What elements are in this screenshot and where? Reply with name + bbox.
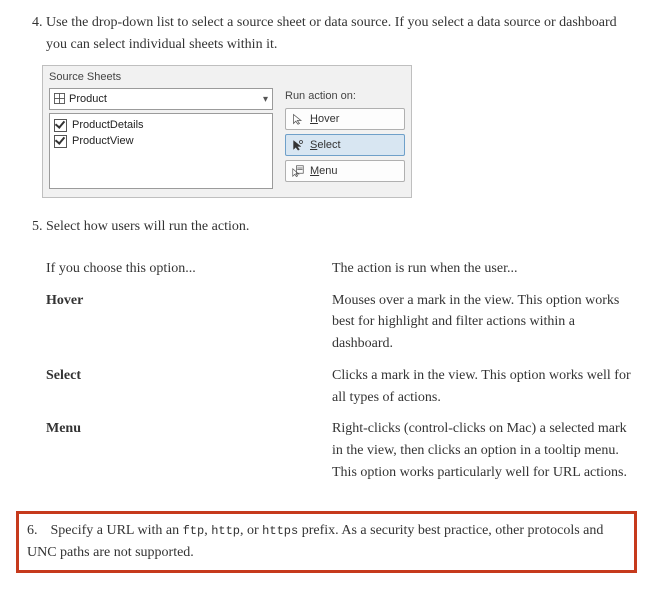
menu-button[interactable]: Menu	[285, 160, 405, 182]
list-item[interactable]: ProductView	[54, 133, 268, 149]
sheet-listbox[interactable]: ProductDetails ProductView	[49, 113, 273, 189]
dialog-right-col: Run action on: Hover Select	[279, 88, 411, 194]
highlight-box: 6. Specify a URL with an ftp, http, or h…	[16, 511, 637, 572]
list-item[interactable]: ProductDetails	[54, 117, 268, 133]
select-button[interactable]: Select	[285, 134, 405, 156]
step-4: Use the drop-down list to select a sourc…	[46, 12, 637, 198]
hover-button-label: Hover	[310, 111, 339, 128]
table-row: Select Clicks a mark in the view. This o…	[46, 365, 637, 408]
step-6-text: Specify a URL with an ftp, http, or http…	[27, 523, 603, 560]
dropdown-value: Product	[69, 91, 263, 108]
option-desc: Clicks a mark in the view. This option w…	[332, 365, 637, 408]
header-left: If you choose this option...	[46, 258, 332, 280]
menu-icon	[292, 163, 306, 180]
select-button-label: Select	[310, 137, 341, 154]
source-sheet-dropdown[interactable]: Product ▾	[49, 88, 273, 110]
chevron-down-icon: ▾	[263, 92, 268, 108]
header-right: The action is run when the user...	[332, 258, 637, 280]
step-5: Select how users will run the action. If…	[46, 216, 637, 493]
step-6: 6. Specify a URL with an ftp, http, or h…	[46, 511, 637, 572]
code-ftp: ftp	[183, 524, 205, 538]
menu-button-label: Menu	[310, 163, 338, 180]
option-label: Select	[46, 365, 332, 408]
option-desc: Right-clicks (control-clicks on Mac) a s…	[332, 418, 637, 483]
list-item-label: ProductView	[72, 133, 134, 150]
hover-button[interactable]: Hover	[285, 108, 405, 130]
list-item-label: ProductDetails	[72, 117, 144, 134]
table-row: Menu Right-clicks (control-clicks on Mac…	[46, 418, 637, 483]
step-4-text: Use the drop-down list to select a sourc…	[46, 12, 637, 55]
table-header-row: If you choose this option... The action …	[46, 258, 637, 280]
dialog-left-col: Product ▾ ProductDetails ProductView	[43, 88, 279, 197]
code-https: https	[262, 524, 298, 538]
option-desc: Mouses over a mark in the view. This opt…	[332, 290, 637, 355]
hover-icon	[292, 111, 306, 128]
source-sheets-panel: Source Sheets Product ▾ ProductDetails	[42, 65, 412, 198]
dashboard-icon	[54, 91, 65, 108]
table-row: Hover Mouses over a mark in the view. Th…	[46, 290, 637, 355]
group-label: Source Sheets	[43, 66, 411, 88]
checkbox-icon[interactable]	[54, 119, 67, 132]
option-label: Hover	[46, 290, 332, 355]
code-http: http	[211, 524, 240, 538]
run-action-label: Run action on:	[285, 88, 405, 105]
select-icon	[292, 137, 306, 154]
options-table: If you choose this option... The action …	[46, 248, 637, 493]
dialog-body: Product ▾ ProductDetails ProductView	[43, 88, 411, 197]
option-label: Menu	[46, 418, 332, 483]
checkbox-icon[interactable]	[54, 135, 67, 148]
step-5-text: Select how users will run the action.	[46, 216, 637, 238]
